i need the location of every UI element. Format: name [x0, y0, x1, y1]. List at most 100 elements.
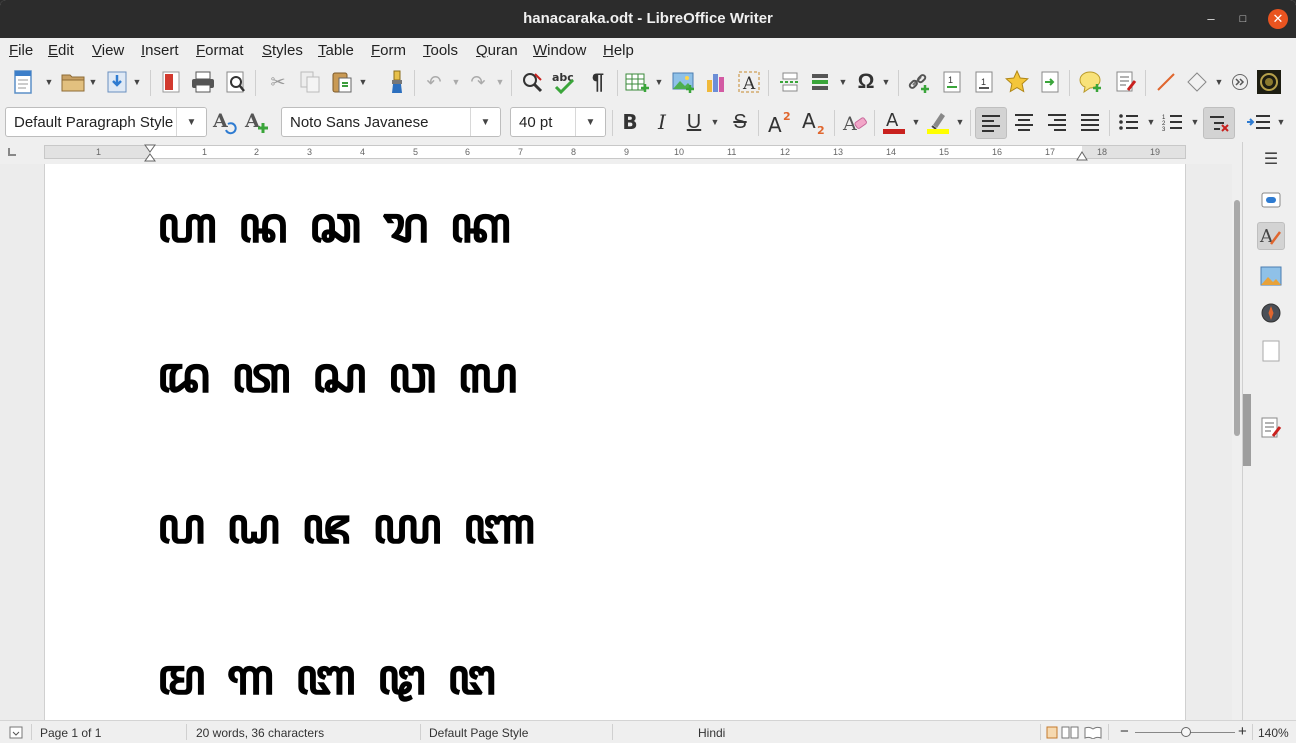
- basic-shapes-icon[interactable]: [1184, 69, 1210, 95]
- underline-icon[interactable]: U: [681, 109, 707, 135]
- word-count[interactable]: 20 words, 36 characters: [196, 726, 324, 740]
- page-style[interactable]: Default Page Style: [429, 726, 528, 740]
- paragraph-style-dropdown-icon[interactable]: ▼: [176, 108, 206, 136]
- zoom-level[interactable]: 140%: [1258, 726, 1289, 740]
- redo-dropdown-icon[interactable]: ▼: [495, 69, 505, 95]
- page-count[interactable]: Page 1 of 1: [40, 726, 101, 740]
- font-color-dropdown-icon[interactable]: ▼: [911, 109, 921, 135]
- export-pdf-icon[interactable]: [158, 69, 184, 95]
- zoom-out-button[interactable]: −: [1120, 723, 1129, 740]
- clone-formatting-icon[interactable]: [384, 69, 410, 95]
- menu-format[interactable]: Format: [196, 42, 244, 59]
- special-character-icon[interactable]: Ω: [853, 69, 879, 95]
- page-icon[interactable]: [1257, 337, 1285, 365]
- no-list-icon[interactable]: [1203, 107, 1235, 139]
- properties-icon[interactable]: [1257, 186, 1285, 214]
- menu-window[interactable]: Window: [533, 42, 586, 59]
- new-dropdown-icon[interactable]: ▼: [44, 69, 54, 95]
- cut-icon[interactable]: ✂: [265, 69, 291, 95]
- print-preview-icon[interactable]: [223, 69, 249, 95]
- open-folder-icon[interactable]: [60, 69, 86, 95]
- insert-cross-reference-icon[interactable]: [1037, 69, 1063, 95]
- quran-extension-icon[interactable]: [1256, 69, 1282, 95]
- align-center-icon[interactable]: [1011, 109, 1037, 135]
- horizontal-ruler[interactable]: 1 1 2 3 4 5 6 7 8 9 10 11 12 13 14 15 16…: [44, 144, 1186, 162]
- redo-icon[interactable]: ↷: [465, 69, 491, 95]
- new-document-icon[interactable]: [10, 69, 36, 95]
- insert-table-icon[interactable]: [624, 69, 650, 95]
- ordered-list-dropdown-icon[interactable]: ▼: [1190, 109, 1200, 135]
- menu-quran[interactable]: Quran: [476, 42, 518, 59]
- font-color-icon[interactable]: A: [881, 109, 907, 135]
- paste-dropdown-icon[interactable]: ▼: [358, 69, 368, 95]
- bold-icon[interactable]: B: [617, 109, 643, 135]
- insert-line-icon[interactable]: [1153, 69, 1179, 95]
- menu-file[interactable]: File: [9, 42, 33, 59]
- book-view-icon[interactable]: [1084, 726, 1102, 739]
- menu-tools[interactable]: Tools: [423, 42, 458, 59]
- left-indent-marker-icon[interactable]: [144, 144, 156, 162]
- highlight-dropdown-icon[interactable]: ▼: [955, 109, 965, 135]
- menu-help[interactable]: Help: [603, 42, 634, 59]
- insert-image-icon[interactable]: [671, 69, 697, 95]
- align-left-icon[interactable]: [975, 107, 1007, 139]
- font-size-dropdown-icon[interactable]: ▼: [575, 108, 605, 136]
- table-dropdown-icon[interactable]: ▼: [654, 69, 664, 95]
- justify-icon[interactable]: [1077, 109, 1103, 135]
- sidebar-collapse-grip[interactable]: [1243, 394, 1251, 466]
- close-button[interactable]: ✕: [1268, 9, 1288, 29]
- undo-dropdown-icon[interactable]: ▼: [451, 69, 461, 95]
- find-replace-icon[interactable]: [519, 69, 545, 95]
- manage-changes-icon[interactable]: [1257, 414, 1285, 442]
- underline-dropdown-icon[interactable]: ▼: [710, 109, 720, 135]
- clear-formatting-icon[interactable]: A: [842, 109, 868, 135]
- font-name-combo[interactable]: Noto Sans Javanese ▼: [281, 107, 501, 137]
- multi-page-view-icon[interactable]: [1061, 726, 1079, 739]
- font-name-dropdown-icon[interactable]: ▼: [470, 108, 500, 136]
- insert-comment-icon[interactable]: [1078, 69, 1104, 95]
- vertical-scrollbar[interactable]: [1232, 164, 1242, 720]
- right-indent-marker-icon[interactable]: [1076, 151, 1088, 161]
- new-style-icon[interactable]: A: [244, 109, 270, 135]
- gallery-icon[interactable]: [1257, 262, 1285, 290]
- sidebar-menu-icon[interactable]: ☰: [1257, 145, 1285, 173]
- insert-page-break-icon[interactable]: [777, 69, 803, 95]
- menu-insert[interactable]: Insert: [141, 42, 179, 59]
- special-character-dropdown-icon[interactable]: ▼: [881, 69, 891, 95]
- unordered-list-icon[interactable]: [1116, 109, 1142, 135]
- paste-icon[interactable]: [329, 69, 355, 95]
- paragraph-style-combo[interactable]: Default Paragraph Style ▼: [5, 107, 207, 137]
- menu-table[interactable]: Table: [318, 42, 354, 59]
- more-options-icon[interactable]: [1227, 69, 1253, 95]
- formatting-marks-icon[interactable]: ¶: [585, 69, 611, 95]
- update-style-icon[interactable]: A: [212, 109, 238, 135]
- insert-chart-icon[interactable]: [703, 69, 729, 95]
- insert-field-icon[interactable]: [809, 69, 835, 95]
- zoom-in-button[interactable]: +: [1238, 723, 1247, 740]
- font-size-combo[interactable]: 40 pt ▼: [510, 107, 606, 137]
- styles-icon[interactable]: A: [1257, 222, 1285, 250]
- hyperlink-icon[interactable]: [906, 69, 932, 95]
- field-dropdown-icon[interactable]: ▼: [838, 69, 848, 95]
- subscript-icon[interactable]: A2: [801, 109, 827, 135]
- highlight-color-icon[interactable]: [925, 109, 951, 135]
- insert-text-box-icon[interactable]: A: [736, 69, 762, 95]
- superscript-icon[interactable]: A2: [767, 109, 793, 135]
- ordered-list-icon[interactable]: 123: [1160, 109, 1186, 135]
- document-view-icon[interactable]: [9, 726, 23, 739]
- strikethrough-icon[interactable]: S: [727, 109, 753, 135]
- text-language[interactable]: Hindi: [698, 726, 725, 740]
- save-dropdown-icon[interactable]: ▼: [132, 69, 142, 95]
- maximize-button[interactable]: □: [1233, 9, 1253, 29]
- spelling-icon[interactable]: abc: [551, 69, 577, 95]
- undo-icon[interactable]: ↶: [421, 69, 447, 95]
- insert-footnote-icon[interactable]: 1: [939, 69, 965, 95]
- menu-view[interactable]: View: [92, 42, 124, 59]
- open-dropdown-icon[interactable]: ▼: [88, 69, 98, 95]
- insert-bookmark-icon[interactable]: [1004, 69, 1030, 95]
- scrollbar-thumb[interactable]: [1234, 200, 1240, 436]
- menu-form[interactable]: Form: [371, 42, 406, 59]
- single-page-view-icon[interactable]: [1046, 726, 1058, 739]
- align-right-icon[interactable]: [1044, 109, 1070, 135]
- shapes-dropdown-icon[interactable]: ▼: [1214, 69, 1224, 95]
